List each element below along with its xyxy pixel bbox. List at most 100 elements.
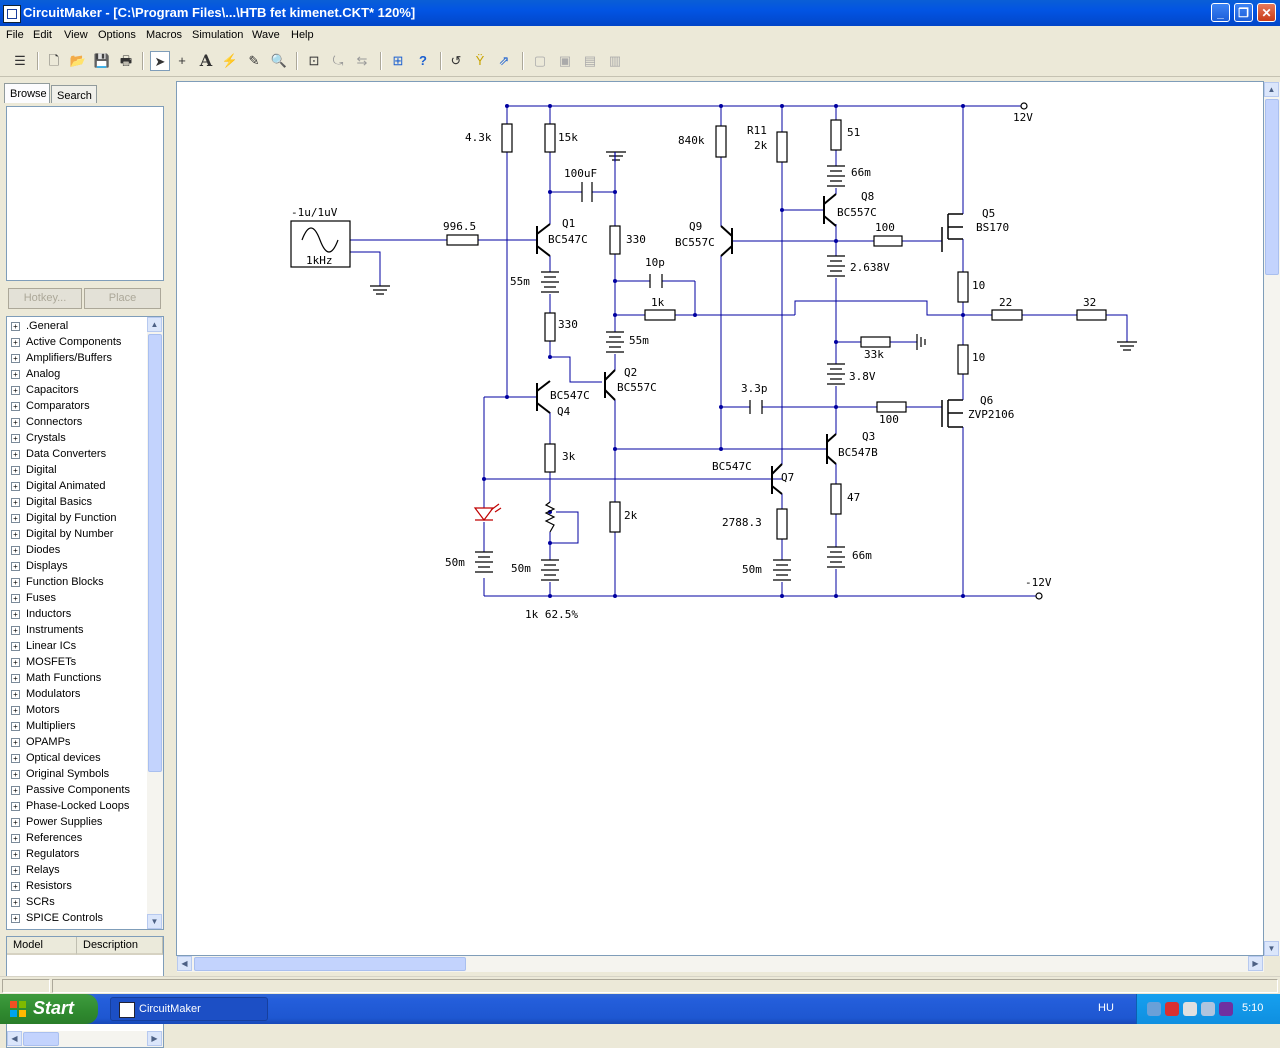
expand-icon[interactable]: + [11, 642, 20, 651]
menu-simulation[interactable]: Simulation [192, 29, 243, 41]
menu-help[interactable]: Help [291, 29, 314, 41]
expand-icon[interactable]: + [11, 594, 20, 603]
expand-icon[interactable]: + [11, 562, 20, 571]
model-hscrollbar[interactable]: ◀ ▶ [7, 1031, 163, 1047]
step-icon[interactable]: Ÿ [470, 51, 490, 71]
expand-icon[interactable]: + [11, 802, 20, 811]
scroll-right-icon[interactable]: ▶ [147, 1031, 162, 1046]
help-icon[interactable]: ? [413, 51, 433, 71]
place-button[interactable]: Place [84, 288, 161, 309]
expand-icon[interactable]: + [11, 546, 20, 555]
expand-icon[interactable]: + [11, 626, 20, 635]
canvas-scroll-left-icon[interactable]: ◀ [177, 956, 192, 971]
expand-icon[interactable]: + [11, 882, 20, 891]
expand-icon[interactable]: + [11, 914, 20, 923]
delete-tool-icon[interactable]: ✎ [244, 51, 264, 71]
expand-icon[interactable]: + [11, 898, 20, 907]
expand-icon[interactable]: + [11, 482, 20, 491]
rotate-icon[interactable]: ⤿ [328, 51, 348, 71]
canvas-scroll-down-icon[interactable]: ▼ [1264, 941, 1279, 956]
expand-icon[interactable]: + [11, 530, 20, 539]
tree-scrollbar[interactable]: ▲ ▼ [147, 317, 163, 929]
menu-macros[interactable]: Macros [146, 29, 182, 41]
menu-edit[interactable]: Edit [33, 29, 52, 41]
expand-icon[interactable]: + [11, 402, 20, 411]
tab-search[interactable]: Search [51, 85, 97, 103]
canvas-scroll-up-icon[interactable]: ▲ [1264, 82, 1279, 97]
expand-icon[interactable]: + [11, 786, 20, 795]
canvas-vscroll-thumb[interactable] [1265, 99, 1279, 275]
network-icon[interactable] [1147, 1002, 1161, 1016]
column-description[interactable]: Description [77, 937, 163, 955]
expand-icon[interactable]: + [11, 866, 20, 875]
expand-icon[interactable]: + [11, 322, 20, 331]
bluetooth-icon[interactable] [1219, 1002, 1233, 1016]
minimize-button[interactable]: _ [1211, 3, 1230, 22]
scroll-down-icon[interactable]: ▼ [147, 914, 162, 929]
bus-icon[interactable]: ⊞ [388, 51, 408, 71]
clock[interactable]: 5:10 [1242, 1002, 1263, 1014]
app-icon[interactable] [3, 5, 21, 23]
macro-icon-1[interactable]: ▢ [530, 51, 550, 71]
new-file-icon[interactable]: 🗋 [44, 51, 64, 71]
wire-tool-icon[interactable]: + [172, 51, 192, 71]
toolbar-menu-icon[interactable]: ☰ [10, 51, 30, 71]
expand-icon[interactable]: + [11, 850, 20, 859]
expand-icon[interactable]: + [11, 514, 20, 523]
run-icon[interactable]: ⇗ [494, 51, 514, 71]
tray-app-icon[interactable] [1201, 1002, 1215, 1016]
canvas-scroll-right-icon[interactable]: ▶ [1248, 956, 1263, 971]
canvas-hscrollbar[interactable]: ◀ ▶ [177, 956, 1264, 972]
expand-icon[interactable]: + [11, 770, 20, 779]
circuit-diagram[interactable]: -1u/1uV 1kHz 996.5 4.3k 15k 100uF Q1 BC5… [177, 82, 1264, 956]
tree-scroll-thumb[interactable] [148, 334, 162, 772]
expand-icon[interactable]: + [11, 498, 20, 507]
volume-icon[interactable] [1183, 1002, 1197, 1016]
expand-icon[interactable]: + [11, 658, 20, 667]
close-button[interactable]: ✕ [1257, 3, 1276, 22]
arrow-tool-icon[interactable]: ➤ [150, 51, 170, 71]
hotkey-button[interactable]: Hotkey... [8, 288, 82, 309]
probe-tool-icon[interactable]: ⚡ [220, 51, 240, 71]
expand-icon[interactable]: + [11, 818, 20, 827]
expand-icon[interactable]: + [11, 738, 20, 747]
restore-button[interactable]: ❐ [1234, 3, 1253, 22]
print-icon[interactable]: 🖶 [116, 51, 136, 71]
expand-icon[interactable]: + [11, 834, 20, 843]
canvas-hscroll-thumb[interactable] [194, 957, 466, 971]
scroll-left-icon[interactable]: ◀ [7, 1031, 22, 1046]
taskbar-circuitmaker[interactable]: CircuitMaker [110, 997, 268, 1021]
expand-icon[interactable]: + [11, 434, 20, 443]
language-indicator[interactable]: HU [1098, 1002, 1114, 1014]
start-button[interactable]: Start [0, 994, 98, 1024]
menu-options[interactable]: Options [98, 29, 136, 41]
macro-icon-3[interactable]: ▤ [580, 51, 600, 71]
macro-icon-4[interactable]: ▥ [605, 51, 625, 71]
expand-icon[interactable]: + [11, 674, 20, 683]
expand-icon[interactable]: + [11, 722, 20, 731]
expand-icon[interactable]: + [11, 754, 20, 763]
schematic-canvas[interactable]: -1u/1uV 1kHz 996.5 4.3k 15k 100uF Q1 BC5… [176, 81, 1264, 956]
expand-icon[interactable]: + [11, 578, 20, 587]
expand-icon[interactable]: + [11, 706, 20, 715]
expand-icon[interactable]: + [11, 690, 20, 699]
save-icon[interactable]: 💾 [92, 51, 112, 71]
reset-icon[interactable]: ↺ [446, 51, 466, 71]
zoom-tool-icon[interactable]: 🔍 [269, 51, 289, 71]
expand-icon[interactable]: + [11, 610, 20, 619]
column-model[interactable]: Model [7, 937, 77, 955]
menu-view[interactable]: View [64, 29, 88, 41]
expand-icon[interactable]: + [11, 338, 20, 347]
open-folder-icon[interactable]: 📂 [68, 51, 88, 71]
mirror-icon[interactable]: ⇆ [352, 51, 372, 71]
menu-wave[interactable]: Wave [252, 29, 280, 41]
tab-browse[interactable]: Browse [4, 83, 50, 103]
expand-icon[interactable]: + [11, 418, 20, 427]
zoom-window-icon[interactable]: ⊡ [304, 51, 324, 71]
canvas-vscrollbar[interactable]: ▲ ▼ [1264, 82, 1280, 956]
expand-icon[interactable]: + [11, 386, 20, 395]
scroll-up-icon[interactable]: ▲ [147, 317, 162, 332]
text-tool-icon[interactable]: A [196, 51, 216, 71]
expand-icon[interactable]: + [11, 370, 20, 379]
model-scroll-thumb[interactable] [23, 1032, 59, 1046]
